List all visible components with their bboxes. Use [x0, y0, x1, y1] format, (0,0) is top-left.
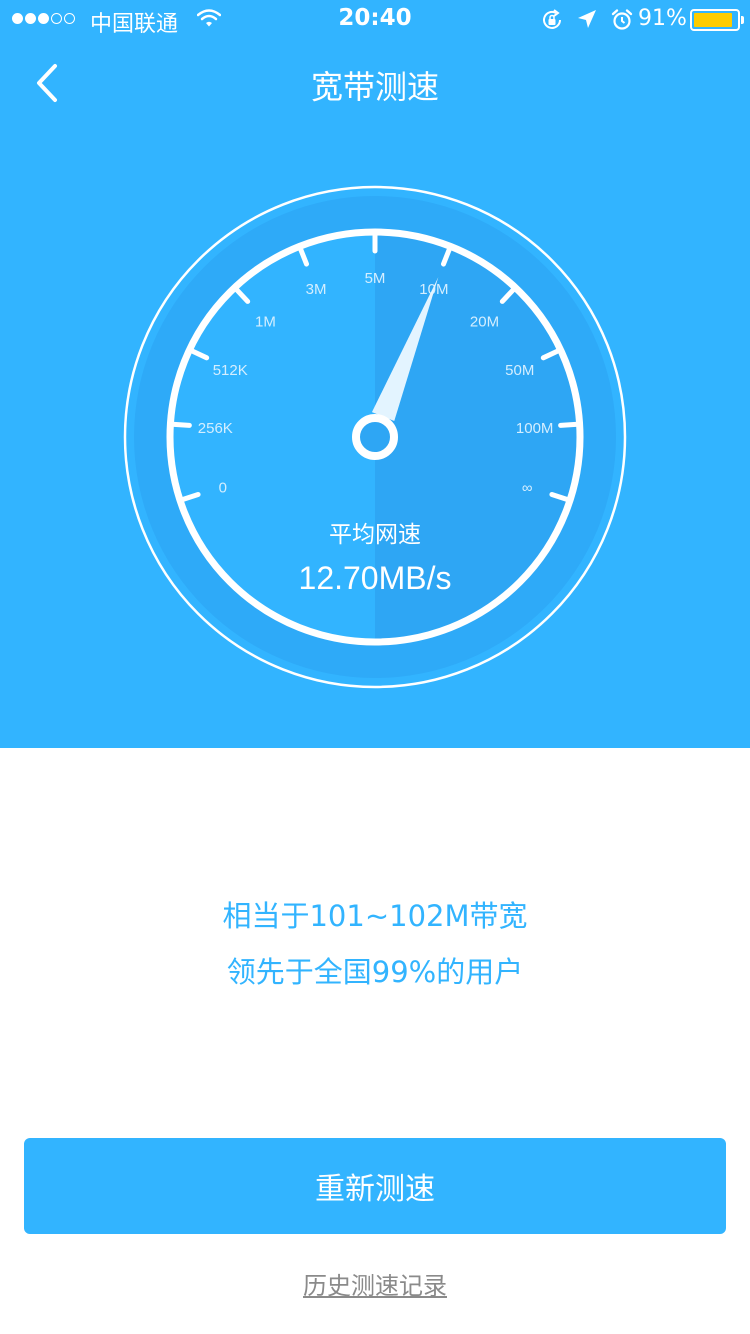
speed-header-panel: 中国联通 20:40 91% 宽带测速 0 256K 512K 1M 3M 5M…	[0, 0, 750, 748]
gauge-tick	[167, 421, 192, 428]
gauge-scale-label: 512K	[213, 362, 248, 379]
gauge-scale-label: 5M	[365, 270, 386, 287]
gauge-scale-label: 50M	[505, 362, 534, 379]
average-speed-value: 12.70MB/s	[298, 560, 452, 596]
gauge-needle-hub	[352, 414, 398, 460]
bandwidth-equivalent-text: 相当于101~102M带宽	[222, 899, 528, 933]
history-records-link[interactable]: 历史测速记录	[0, 1266, 750, 1301]
gauge-scale-label: ∞	[522, 479, 533, 496]
gauge-scale-label: 20M	[470, 313, 499, 330]
ranking-text: 领先于全国99%的用户	[226, 955, 524, 989]
gauge-scale-label: 0	[219, 479, 227, 496]
retest-button[interactable]: 重新测速	[24, 1138, 726, 1234]
speed-gauge: 0256K512K1M3M5M10M20M50M100M∞	[123, 185, 627, 689]
gauge-scale-label: 256K	[198, 420, 233, 437]
gauge-scale-label: 1M	[255, 313, 276, 330]
average-speed-label: 平均网速	[329, 522, 421, 548]
gauge-scale-label: 3M	[306, 281, 327, 298]
gauge-scale-label: 100M	[516, 420, 554, 437]
gauge-tick	[558, 421, 583, 428]
